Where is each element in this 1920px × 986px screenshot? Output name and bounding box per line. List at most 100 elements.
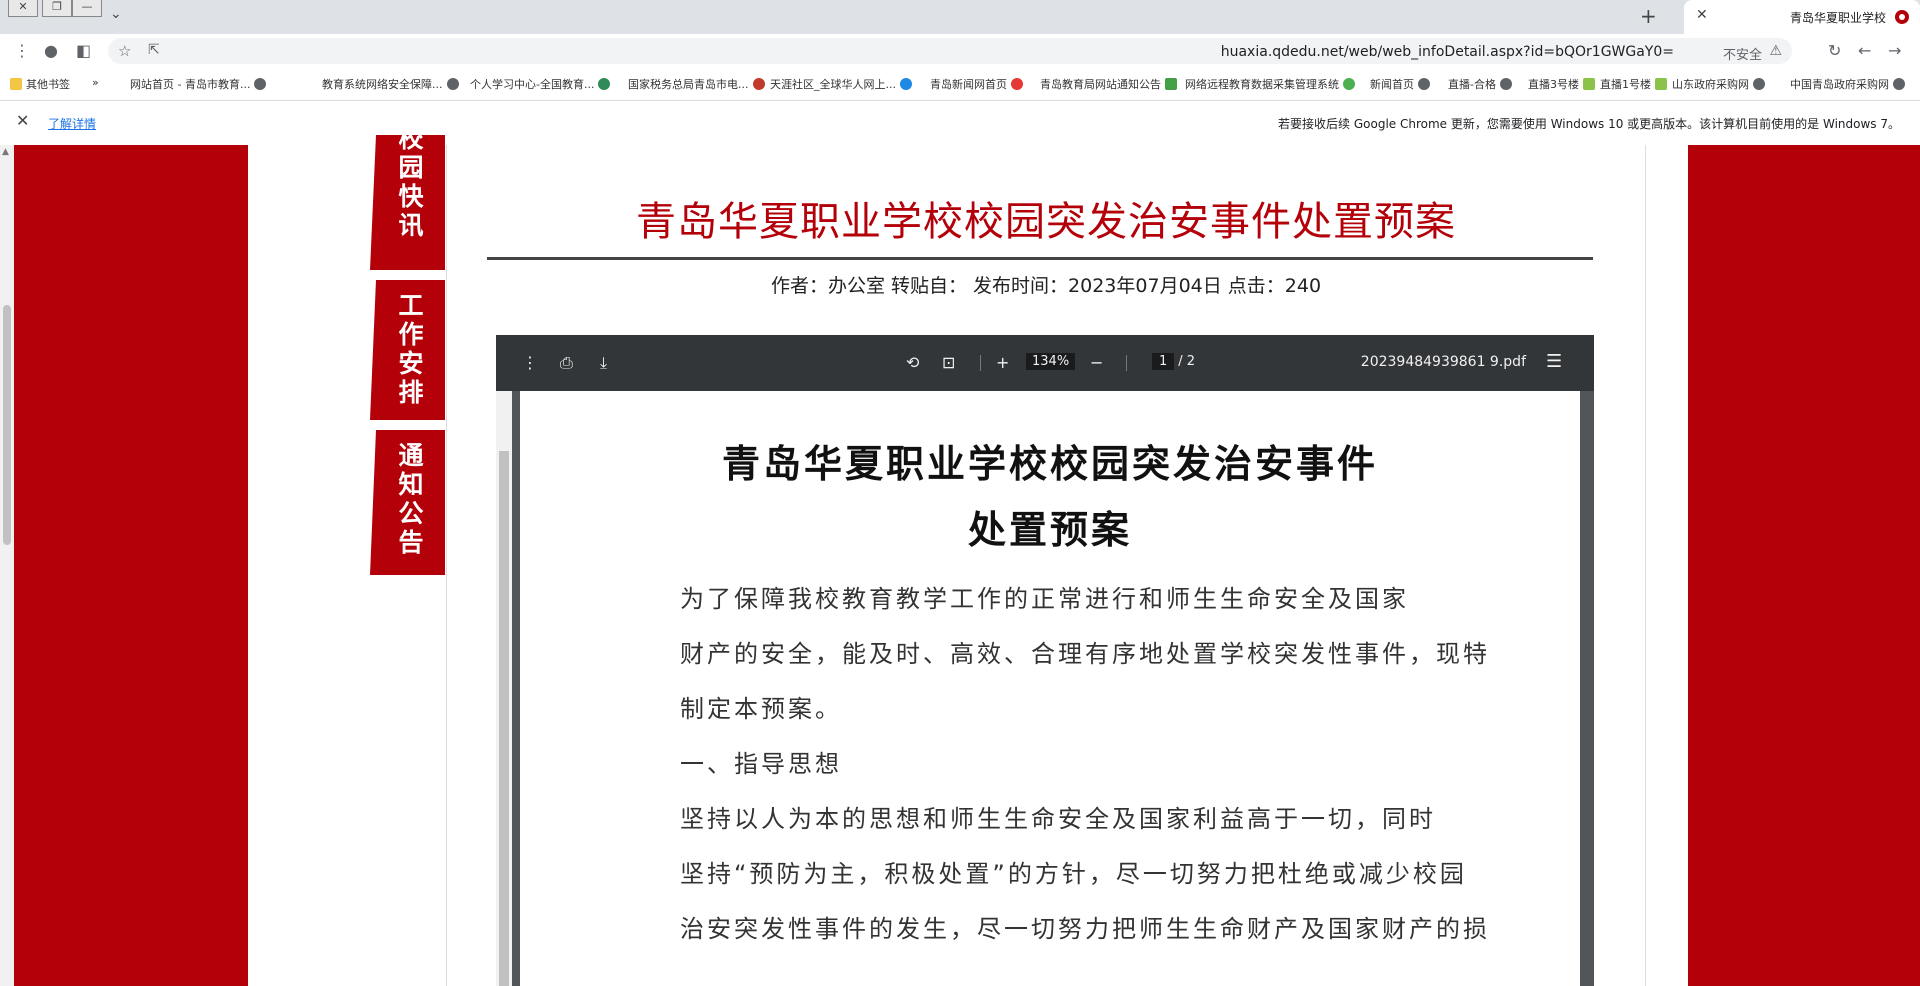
url-text[interactable]: huaxia.qdedu.net/web/web_infoDetail.aspx… [1221,44,1674,60]
bookmark-item[interactable]: 直播3号楼 [1528,76,1595,92]
hamburger-menu-icon[interactable]: ☰ [1546,351,1562,372]
right-red-band [1688,145,1920,986]
rotate-icon[interactable]: ⟲ [906,353,919,372]
reload-icon[interactable]: ↻ [1828,41,1841,60]
print-icon[interactable]: ⎙ [560,353,573,373]
globe-icon [254,78,267,90]
toolbar-separator [980,355,981,371]
more-options-icon[interactable]: ⋮ [522,353,538,372]
tv-icon [1583,78,1595,90]
globe-icon [1753,78,1765,90]
bookmark-item[interactable]: 中国青岛政府采购网 [1790,76,1905,92]
bookmark-item[interactable]: 青岛新闻网首页 [930,76,1023,92]
pdf-paragraph-line: 坚持以人为本的思想和师生生命安全及国家利益高于一切，同时 [680,805,1436,833]
pdf-toolbar: ⋮ ⎙ ⤓ ⟲ ⊡ + 134% − 1/ 2 20239484939861 9… [496,335,1594,391]
folder-icon [10,78,22,90]
globe-icon [446,78,459,90]
forward-icon[interactable]: ← [1858,41,1871,60]
bookmark-item[interactable]: 青岛教育局网站通知公告 [1040,76,1177,92]
side-panel-icon[interactable]: ◧ [76,41,91,60]
security-label[interactable]: 不安全 [1723,44,1762,63]
bookmark-item[interactable]: 网站首页 - 青岛市教育... [130,76,267,92]
fit-page-icon[interactable]: ⊡ [942,353,955,372]
bookmark-item[interactable]: 直播-合格 [1448,76,1512,92]
bookmark-item[interactable]: 直播1号楼 [1600,76,1667,92]
update-infobar: ✕ 了解详情 若要接收后续 Google Chrome 更新，您需要使用 Win… [0,100,1920,146]
bookmark-item[interactable]: 天涯社区_全球华人网上... [770,76,912,92]
address-bar[interactable]: ☆ ⇱ huaxia.qdedu.net/web/web_infoDetail.… [108,38,1792,64]
tab-title: 青岛华夏职业学校 [1789,11,1886,25]
pdf-viewer: ⋮ ⎙ ⤓ ⟲ ⊡ + 134% − 1/ 2 20239484939861 9… [496,335,1594,986]
sidetab-news[interactable]: 校园快讯 [370,135,445,270]
pdf-page: 青岛华夏职业学校校园突发治安事件 处置预案 为了保障我校教育教学工作的正常进行和… [520,391,1580,986]
news-icon [1011,78,1023,90]
scroll-up-icon[interactable]: ▲ [2,147,9,157]
sidetab-notice[interactable]: 通知公告 [370,430,445,575]
cloud-icon [1343,78,1355,90]
zoom-out-icon[interactable]: − [1090,353,1103,372]
bookmark-item[interactable]: 山东政府采购网 [1672,76,1765,92]
bookmark-item[interactable]: 个人学习中心-全国教育... [470,76,611,92]
left-red-band [14,145,248,986]
bookmarks-bar: 其他书签 » 网站首页 - 青岛市教育... 教育系统网络安全保障... 个人学… [0,68,1920,100]
scrollbar-thumb[interactable] [3,305,11,545]
pdf-paragraph-line: 为了保障我校教育教学工作的正常进行和师生生命安全及国家 [680,585,1409,613]
infobar-message: 若要接收后续 Google Chrome 更新，您需要使用 Windows 10… [1278,117,1900,131]
bookmark-item[interactable]: 教育系统网络安全保障... [322,76,459,92]
globe-icon [1893,78,1905,90]
new-tab-button[interactable]: + [1640,4,1657,28]
bookmark-item[interactable]: 国家税务总局青岛市电... [628,76,765,92]
pdf-filename: 20239484939861 9.pdf [1360,354,1526,370]
zoom-in-icon[interactable]: + [996,353,1009,372]
learn-more-link[interactable]: 了解详情 [48,115,96,132]
sidetab-work[interactable]: 工作安排 [370,280,445,420]
tax-icon [752,78,765,90]
title-divider [487,257,1593,260]
close-icon[interactable]: ✕ [1696,7,1708,23]
globe-icon [1499,78,1512,90]
right-content-area [1644,145,1688,986]
pdf-paragraph-line: 坚持“预防为主，积极处置”的方针，尽一切努力把杜绝或减少校园 [680,860,1467,888]
zoom-level[interactable]: 134% [1026,353,1076,370]
warning-icon[interactable]: ⚠ [1769,43,1782,59]
close-icon[interactable]: ✕ [16,111,29,130]
bookmark-star-icon[interactable]: ☆ [118,42,131,60]
tianya-icon [900,78,912,90]
school-favicon-icon [1895,10,1909,24]
web-page: ▲ 校园快讯 工作安排 通知公告 青岛华夏职业学校校园突发治安事件处置预案 作者… [0,135,1920,986]
minimize-window-icon[interactable]: — [72,0,102,17]
tv-icon [1655,78,1667,90]
leaf-icon [598,78,611,90]
menu-dots-icon[interactable]: ⋮ [14,41,30,60]
article-meta: 作者：办公室 转贴自： 发布时间：2023年07月04日 点击：240 [770,275,1322,297]
pdf-scrollbar-thumb[interactable] [499,451,509,986]
pdf-section-heading: 一、指导思想 [680,750,842,778]
globe-icon [1418,78,1430,90]
page-number-input[interactable]: 1 [1152,353,1175,370]
bookmark-other[interactable]: 其他书签 [10,76,70,92]
download-icon[interactable]: ⤓ [600,353,607,373]
profile-avatar-icon[interactable]: ● [44,41,58,60]
bookmark-item[interactable]: 新闻首页 [1370,76,1430,92]
pdf-paragraph-line: 财产的安全，能及时、高效、合理有序地处置学校突发性事件，现特 [680,640,1490,668]
page-total: / 2 [1178,354,1196,369]
tab-search-icon[interactable]: ⌄ [110,6,122,22]
page-scrollbar[interactable]: ▲ [0,145,14,986]
pdf-title-line2: 处置预案 [967,508,1132,552]
share-icon[interactable]: ⇱ [148,42,160,58]
pdf-paragraph-line: 治安突发性事件的发生，尽一切努力把师生生命财产及国家财产的损 [680,915,1490,943]
tab-active[interactable]: ✕ 青岛华夏职业学校 [1684,0,1920,34]
tab-strip: ✕ ❐ — ⌄ + ✕ 青岛华夏职业学校 [0,0,1920,34]
restore-window-icon[interactable]: ❐ [42,0,72,17]
bookmark-item[interactable]: 网络远程教育数据采集管理系统 [1185,76,1355,92]
edu-icon [1165,78,1177,90]
browser-toolbar: ⋮ ● ◧ ☆ ⇱ huaxia.qdedu.net/web/web_infoD… [0,34,1920,68]
pdf-scrollbar[interactable] [496,391,512,986]
back-icon[interactable]: → [1888,41,1901,60]
close-window-icon[interactable]: ✕ [8,0,38,17]
article-title: 青岛华夏职业学校校园突发治安事件处置预案 [636,199,1456,245]
pdf-paragraph-line: 制定本预案。 [680,695,842,723]
pdf-title-line1: 青岛华夏职业学校校园突发治安事件 [721,442,1378,486]
bookmark-more[interactable]: » [92,76,99,89]
toolbar-separator [1126,355,1127,371]
